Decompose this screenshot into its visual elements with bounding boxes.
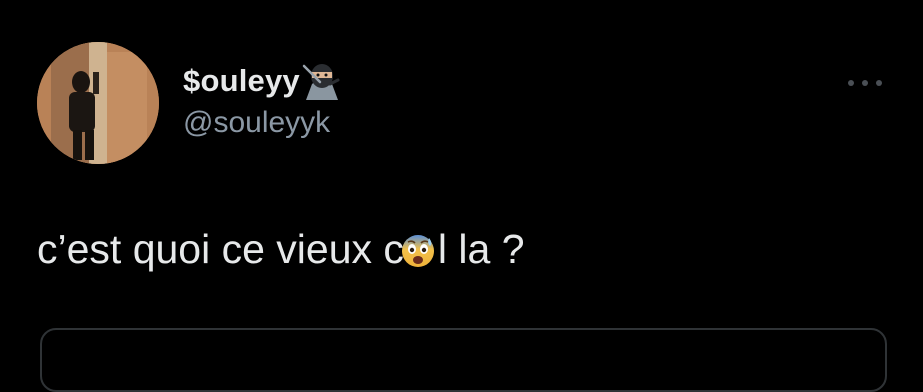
- more-horizontal-icon[interactable]: [848, 76, 882, 90]
- avatar-image: [37, 42, 159, 164]
- tweet-text-before-emoji: c’est quoi ce vieux c: [37, 226, 404, 272]
- quoted-tweet-card[interactable]: [40, 328, 887, 392]
- more-dot: [848, 80, 854, 86]
- anxious-face-with-sweat-icon: [400, 230, 436, 270]
- author-name-row[interactable]: $ouleyy: [183, 62, 342, 100]
- ninja-icon: [302, 62, 342, 100]
- more-dot: [862, 80, 868, 86]
- tweet-text: c’est quoi ce vieux c l la ?: [37, 226, 525, 273]
- more-dot: [876, 80, 882, 86]
- tweet-card: $ouleyy @souleyyk c’est quoi ce vieux c: [0, 0, 923, 392]
- tweet-text-after-emoji: l la ?: [437, 226, 525, 272]
- profile-avatar[interactable]: [37, 42, 159, 164]
- author-handle[interactable]: @souleyyk: [183, 106, 330, 140]
- author-display-name[interactable]: $ouleyy: [183, 63, 300, 99]
